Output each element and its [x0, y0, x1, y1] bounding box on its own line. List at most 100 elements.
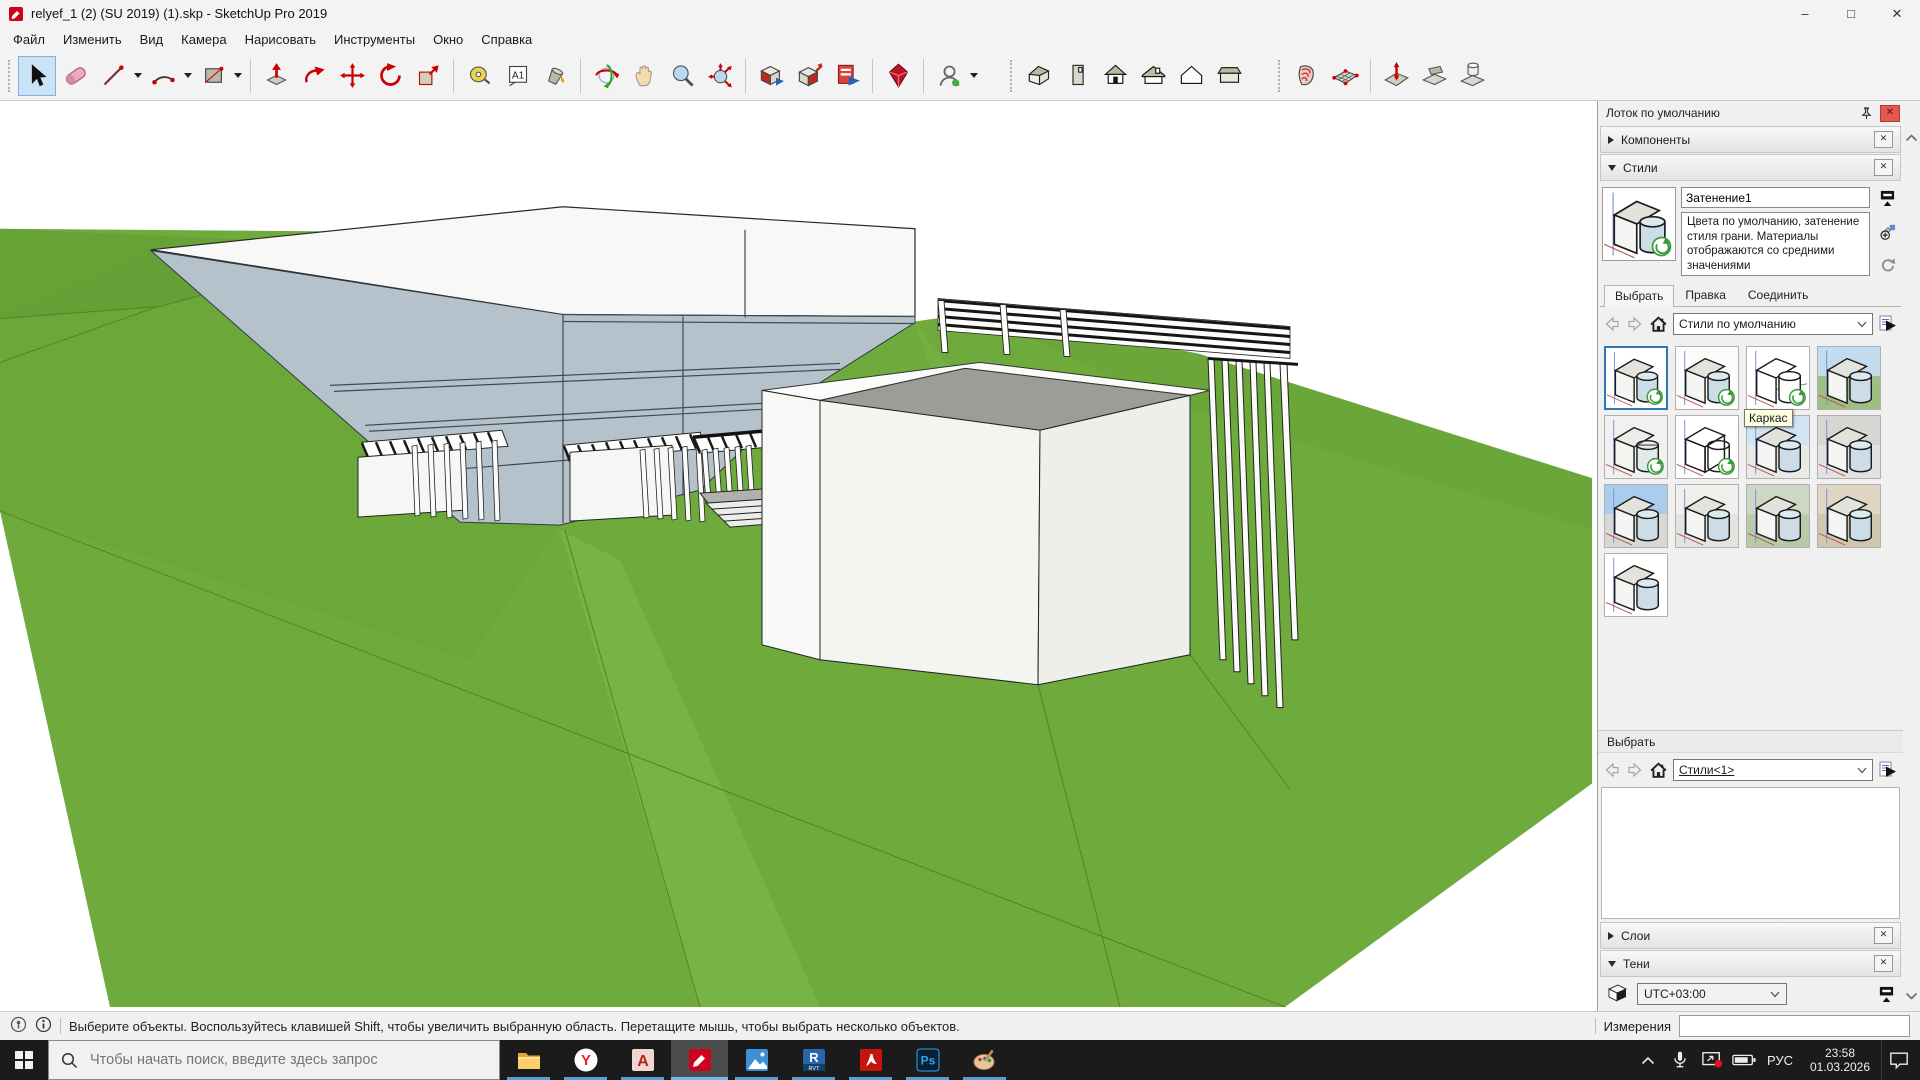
push-pull-tool[interactable]: [257, 56, 295, 96]
pane-toggle-icon[interactable]: [1877, 188, 1897, 208]
style-thumbnail-shaded-plain[interactable]: [1604, 553, 1668, 617]
from-contours-tool[interactable]: [1288, 56, 1326, 96]
home-icon[interactable]: [1649, 761, 1668, 780]
style-thumbnail-hidden-line[interactable]: [1746, 346, 1810, 410]
section-styles-close-icon[interactable]: ✕: [1874, 159, 1893, 176]
notification-icon[interactable]: [1881, 1040, 1916, 1080]
tab-select[interactable]: Выбрать: [1604, 285, 1674, 307]
menu-item-3[interactable]: Камера: [172, 29, 235, 50]
style-thumbnail-wireframe[interactable]: [1675, 415, 1739, 479]
menu-item-5[interactable]: Инструменты: [325, 29, 424, 50]
rectangle-tool[interactable]: [194, 56, 232, 96]
style-thumbnail-shaded-gray[interactable]: [1817, 415, 1881, 479]
minimize-button[interactable]: –: [1782, 0, 1828, 27]
line-tool[interactable]: [94, 56, 132, 96]
smoove-tool[interactable]: [1377, 56, 1415, 96]
section-layers-close-icon[interactable]: ✕: [1874, 927, 1893, 944]
shadow-box-icon[interactable]: [1605, 982, 1629, 1007]
menu-item-0[interactable]: Файл: [4, 29, 54, 50]
pan-tool[interactable]: [625, 56, 663, 96]
add-style-icon[interactable]: [1877, 222, 1897, 242]
measurements-input[interactable]: [1679, 1015, 1910, 1037]
chevron-up-icon[interactable]: [1633, 1040, 1663, 1080]
select-tool[interactable]: [18, 56, 56, 96]
info-icon[interactable]: [35, 1016, 52, 1036]
back-arrow-icon[interactable]: [1603, 315, 1621, 333]
eraser-tool[interactable]: [56, 56, 94, 96]
view-back-tool[interactable]: [1172, 56, 1210, 96]
scale-tool[interactable]: [409, 56, 447, 96]
menu-item-4[interactable]: Нарисовать: [236, 29, 325, 50]
view-right-tool[interactable]: [1134, 56, 1172, 96]
taskbar-app-photos[interactable]: [728, 1040, 785, 1080]
view-iso-tool[interactable]: [1020, 56, 1058, 96]
search-input[interactable]: [88, 1051, 487, 1069]
section-shadows-close-icon[interactable]: ✕: [1874, 955, 1893, 972]
home-icon[interactable]: [1649, 315, 1668, 334]
language-indicator[interactable]: РУС: [1761, 1053, 1799, 1068]
windows-start-icon[interactable]: [0, 1040, 48, 1080]
taskbar-app-sketchup[interactable]: [671, 1040, 728, 1080]
pane-toggle-icon[interactable]: [1876, 984, 1896, 1004]
menu-item-2[interactable]: Вид: [131, 29, 173, 50]
tape-measure-tool[interactable]: [460, 56, 498, 96]
taskbar-app-photoshop[interactable]: Ps: [899, 1040, 956, 1080]
refresh-icon[interactable]: [1877, 255, 1897, 275]
view-left-tool[interactable]: [1210, 56, 1248, 96]
style-thumbnail-xray[interactable]: [1604, 415, 1668, 479]
toolbar-drag-handle[interactable]: [8, 60, 12, 92]
toolbar-drag-handle[interactable]: [1010, 60, 1014, 92]
section-components[interactable]: Компоненты ✕: [1600, 126, 1901, 153]
details-icon[interactable]: [1878, 314, 1898, 334]
details-icon[interactable]: [1878, 760, 1898, 780]
taskbar-app-paint[interactable]: [956, 1040, 1013, 1080]
text-tool[interactable]: A1: [498, 56, 536, 96]
style-thumbnail-shaded-green-gray[interactable]: [1746, 484, 1810, 548]
taskbar-app-revit[interactable]: RRVT: [785, 1040, 842, 1080]
microphone-icon[interactable]: [1665, 1040, 1695, 1080]
close-button[interactable]: ✕: [1874, 0, 1920, 27]
secondary-style-list[interactable]: [1601, 787, 1900, 919]
paint-bucket-tool[interactable]: [536, 56, 574, 96]
follow-me-tool[interactable]: [295, 56, 333, 96]
rectangle-dropdown-caret-icon[interactable]: [232, 57, 244, 95]
style-thumbnail-shaded-default[interactable]: [1604, 346, 1668, 410]
section-shadows[interactable]: Тени ✕: [1600, 950, 1901, 977]
tab-edit[interactable]: Правка: [1674, 284, 1737, 306]
section-styles[interactable]: Стили ✕: [1600, 154, 1901, 181]
maximize-button[interactable]: □: [1828, 0, 1874, 27]
taskbar-app-yandex-browser[interactable]: Y: [557, 1040, 614, 1080]
section-layers[interactable]: Слои ✕: [1600, 922, 1901, 949]
zoom-extents-tool[interactable]: [701, 56, 739, 96]
tray-close-icon[interactable]: ✕: [1880, 105, 1900, 122]
taskbar-app-file-explorer[interactable]: [500, 1040, 557, 1080]
styles-collection-dropdown[interactable]: Стили по умолчанию: [1673, 313, 1873, 335]
from-scratch-tool[interactable]: [1326, 56, 1364, 96]
taskbar-search[interactable]: [48, 1040, 500, 1080]
line-dropdown-caret-icon[interactable]: [132, 57, 144, 95]
taskbar-app-acrobat[interactable]: [842, 1040, 899, 1080]
get-models-tool[interactable]: [752, 56, 790, 96]
timezone-dropdown[interactable]: UTC+03:00: [1637, 983, 1787, 1005]
chevron-up-icon[interactable]: [1905, 131, 1918, 145]
section-components-close-icon[interactable]: ✕: [1874, 131, 1893, 148]
share-model-tool[interactable]: [790, 56, 828, 96]
view-front-tool[interactable]: [1096, 56, 1134, 96]
share-component-tool[interactable]: [828, 56, 866, 96]
battery-icon[interactable]: [1729, 1040, 1759, 1080]
style-thumbnail-shaded-blue-sky[interactable]: [1604, 484, 1668, 548]
style-name-input[interactable]: [1681, 187, 1870, 208]
secondary-collection-dropdown[interactable]: Стили<1>: [1673, 759, 1873, 781]
move-tool[interactable]: [333, 56, 371, 96]
style-thumbnail-shaded-light[interactable]: [1675, 484, 1739, 548]
toolbar-drag-handle[interactable]: [1278, 60, 1282, 92]
arc-tool[interactable]: [144, 56, 182, 96]
geolocation-icon[interactable]: [10, 1016, 27, 1036]
zoom-tool[interactable]: [663, 56, 701, 96]
menu-item-6[interactable]: Окно: [424, 29, 472, 50]
sign-in-tool[interactable]: [930, 56, 968, 96]
sign-in-dropdown-caret-icon[interactable]: [968, 57, 980, 95]
taskbar-clock[interactable]: 23:58 01.03.2026: [1801, 1046, 1879, 1074]
forward-arrow-icon[interactable]: [1626, 315, 1644, 333]
drape-tool[interactable]: [1453, 56, 1491, 96]
